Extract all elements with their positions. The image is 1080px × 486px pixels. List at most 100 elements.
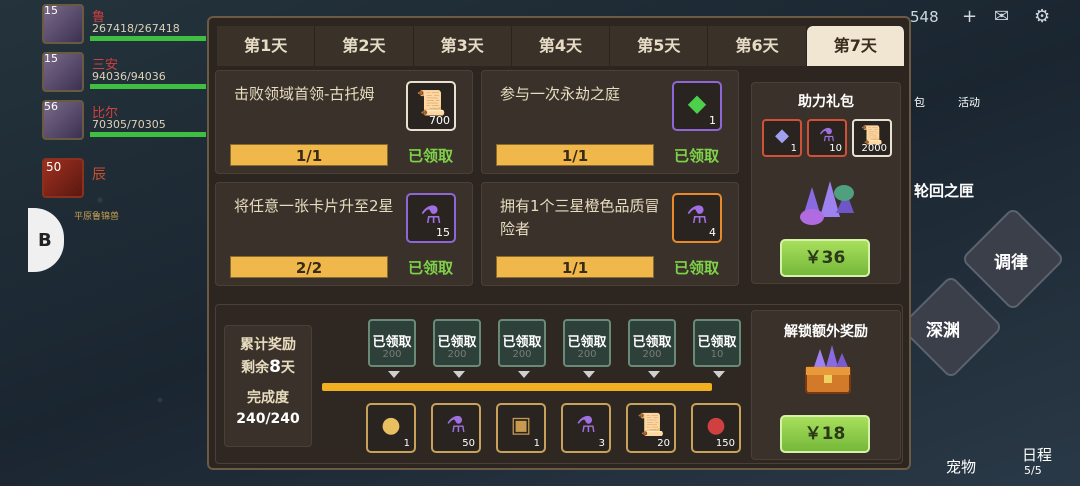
- item-count: 50: [462, 438, 475, 449]
- party-list: 15 鲁 267418/267418 15 三安 94036/94036 56 …: [40, 0, 206, 144]
- item-count: 15: [436, 226, 450, 239]
- item-count: 700: [429, 114, 450, 127]
- buy-gift-pack-button[interactable]: ￥36: [780, 239, 870, 277]
- tab-day-2[interactable]: 第2天: [315, 26, 414, 66]
- hp-bar: [90, 36, 206, 41]
- task-title: 拥有1个三星橙色品质冒险者: [500, 197, 660, 238]
- day-tabs: 第1天 第2天 第3天 第4天 第5天 第6天 第7天: [217, 26, 905, 66]
- milestone-badge[interactable]: 10 已领取: [693, 319, 741, 378]
- pet-button[interactable]: 宠物: [946, 456, 976, 477]
- reward-item[interactable]: ⚗ 15: [406, 193, 456, 243]
- buy-unlock-button[interactable]: ￥18: [780, 415, 870, 453]
- gift-item[interactable]: ⚗ 10: [807, 119, 847, 157]
- gift-item[interactable]: ◆ 1: [762, 119, 802, 157]
- member-level: 56: [44, 100, 58, 113]
- milestone-points: 10: [710, 349, 724, 360]
- remaining-days: 剩余8天: [241, 357, 295, 377]
- task-progress: 1/1: [496, 144, 654, 166]
- milestone-points: 200: [382, 349, 402, 360]
- tab-day-4[interactable]: 第4天: [511, 26, 611, 66]
- task-title: 击败领域首领-古托姆: [234, 85, 375, 103]
- party-member[interactable]: 15 鲁 267418/267418: [40, 0, 206, 48]
- item-count: 2000: [861, 143, 887, 154]
- item-count: 4: [709, 226, 716, 239]
- reward-item[interactable]: ⚗ 4: [672, 193, 722, 243]
- tab-day-3[interactable]: 第3天: [413, 26, 512, 66]
- gift-pack-card: 助力礼包 ◆ 1 ⚗ 10 📜 2000 ￥36: [751, 82, 901, 284]
- hp-bar: [90, 132, 206, 137]
- member-hp: 94036/94036: [92, 70, 166, 83]
- currency-count: 548: [910, 8, 939, 26]
- gift-pack-title: 助力礼包: [798, 94, 854, 110]
- boss-subtitle: 平原鲁锦兽: [74, 212, 120, 222]
- mail-icon[interactable]: ✉: [994, 6, 1009, 27]
- milestone-badge[interactable]: 200 已领取: [628, 319, 676, 378]
- tab-day-5[interactable]: 第5天: [610, 26, 709, 66]
- milestone-status: 已领取: [697, 335, 737, 350]
- milestone-status: 已领取: [632, 335, 672, 350]
- green-crystal-icon: ◆: [687, 89, 707, 117]
- claimed-status: 已领取: [674, 259, 720, 277]
- item-count: 1: [403, 438, 410, 449]
- treasure-chest-icon: [805, 345, 851, 394]
- schedule-button[interactable]: 日程: [1022, 444, 1052, 465]
- scroll-icon: 📜: [637, 413, 665, 438]
- unlock-title: 解锁额外奖励: [784, 324, 868, 340]
- party-member[interactable]: 15 三安 94036/94036: [40, 48, 206, 96]
- item-count: 3: [598, 438, 605, 449]
- task-progress: 1/1: [230, 144, 388, 166]
- milestone-status: 已领取: [567, 335, 607, 350]
- milestone-reward[interactable]: ⚗ 3: [561, 403, 611, 453]
- task-progress: 2/2: [230, 256, 388, 278]
- milestone-status: 已领取: [502, 335, 542, 350]
- task-card: 击败领域首领-古托姆 📜 700 1/1 已领取: [215, 70, 473, 174]
- task-title: 将任意一张卡片升至2星: [234, 197, 394, 215]
- task-list: 击败领域首领-古托姆 📜 700 1/1 已领取 参与一次永劫之庭 ◆ 1 1/…: [215, 70, 745, 292]
- gift-item[interactable]: 📜 2000: [852, 119, 892, 157]
- tuning-label: 调律: [994, 253, 1028, 273]
- task-card: 将任意一张卡片升至2星 ⚗ 15 2/2 已领取: [215, 182, 473, 286]
- tab-day-1[interactable]: 第1天: [217, 26, 316, 66]
- chest-icon: ▣: [510, 413, 532, 438]
- milestone-reward[interactable]: ⚗ 50: [431, 403, 481, 453]
- purple-potion-icon: ⚗: [420, 201, 442, 229]
- milestone-reward[interactable]: ● 1: [366, 403, 416, 453]
- item-count: 20: [657, 438, 670, 449]
- boss-name: 辰: [92, 167, 106, 183]
- task-card: 拥有1个三星橙色品质冒险者 ⚗ 4 1/1 已领取: [481, 182, 739, 286]
- side-tab-icon: B: [38, 230, 52, 251]
- claimed-status: 已领取: [674, 147, 720, 165]
- task-progress: 1/1: [496, 256, 654, 278]
- gear-icon[interactable]: ⚙: [1034, 6, 1050, 27]
- milestone-reward[interactable]: ▣ 1: [496, 403, 546, 453]
- tab-day-7[interactable]: 第7天: [806, 26, 905, 66]
- claimed-status: 已领取: [408, 259, 454, 277]
- tab-day-6[interactable]: 第6天: [708, 26, 807, 66]
- milestone-badge[interactable]: 200 已领取: [498, 319, 546, 378]
- milestone-reward[interactable]: 📜 20: [626, 403, 676, 453]
- egg-icon: ●: [381, 413, 401, 438]
- reward-item[interactable]: 📜 700: [406, 81, 456, 131]
- add-icon[interactable]: +: [962, 6, 977, 27]
- milestone-reward[interactable]: ● 150: [691, 403, 741, 453]
- boss-level: 50: [46, 160, 62, 174]
- reward-item[interactable]: ◆ 1: [672, 81, 722, 131]
- red-orb-icon: ●: [706, 413, 726, 438]
- milestone-badge[interactable]: 200 已领取: [368, 319, 416, 378]
- milestone-badge[interactable]: 200 已领取: [563, 319, 611, 378]
- milestone-points: 200: [642, 349, 662, 360]
- item-count: 1: [790, 143, 797, 154]
- party-member[interactable]: 56 比尔 70305/70305: [40, 96, 206, 144]
- completion-value: 240/240: [236, 411, 300, 427]
- side-menu-activity[interactable]: 活动: [958, 94, 980, 110]
- side-menu-bag[interactable]: 包: [914, 94, 925, 110]
- task-card: 参与一次永劫之庭 ◆ 1 1/1 已领取: [481, 70, 739, 174]
- abyss-label: 深渊: [926, 321, 960, 341]
- milestone-badge[interactable]: 200 已领取: [433, 319, 481, 378]
- milestone-progress-bar: [322, 383, 712, 391]
- milestone-points: 200: [577, 349, 597, 360]
- item-count: 1: [709, 114, 716, 127]
- side-menu-reincarnation[interactable]: 轮回之匣: [914, 180, 974, 201]
- member-hp: 267418/267418: [92, 22, 180, 35]
- scroll-icon: 📜: [416, 89, 446, 117]
